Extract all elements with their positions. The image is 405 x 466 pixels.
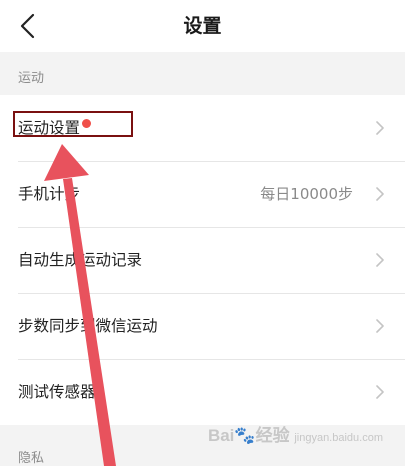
settings-page: 设置 运动 运动设置 手机计步 每日10000步 自动生成运动记录 步数同步到微… <box>0 0 405 466</box>
chevron-right-icon <box>375 252 385 268</box>
chevron-right-icon <box>375 120 385 136</box>
paw-icon: 🐾 <box>234 426 256 445</box>
settings-row-phone-step-count[interactable]: 手机计步 每日10000步 <box>0 161 405 227</box>
settings-row-auto-record[interactable]: 自动生成运动记录 <box>0 227 405 293</box>
nav-bar: 设置 <box>0 0 405 52</box>
chevron-right-icon <box>375 318 385 334</box>
row-label: 步数同步到微信运动 <box>18 317 158 335</box>
page-title: 设置 <box>183 15 222 37</box>
notification-dot <box>82 119 92 128</box>
section-header-sport: 运动 <box>0 52 405 95</box>
settings-row-wechat-sync[interactable]: 步数同步到微信运动 <box>0 293 405 359</box>
row-label: 运动设置 <box>18 119 81 137</box>
section-title: 隐私 <box>18 451 45 466</box>
section-title: 运动 <box>18 71 45 86</box>
settings-row-sport-settings[interactable]: 运动设置 <box>0 95 405 161</box>
row-label: 测试传感器 <box>18 383 96 401</box>
chevron-right-icon <box>375 186 385 202</box>
chevron-right-icon <box>375 384 385 400</box>
watermark: Bai🐾经验 jingyan.baidu.com <box>207 426 383 445</box>
settings-list-sport: 运动设置 手机计步 每日10000步 自动生成运动记录 步数同步到微信运动 测试… <box>0 95 405 425</box>
row-value: 每日10000步 <box>260 185 353 203</box>
row-label: 手机计步 <box>18 185 81 203</box>
settings-row-test-sensor[interactable]: 测试传感器 <box>0 359 405 425</box>
row-label: 自动生成运动记录 <box>18 251 143 269</box>
